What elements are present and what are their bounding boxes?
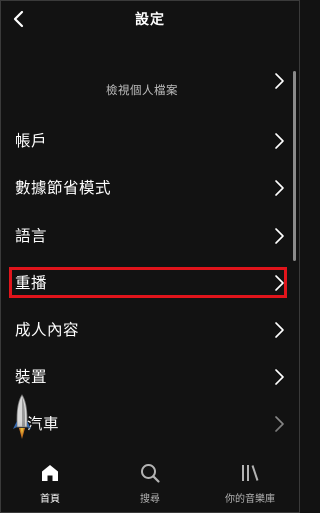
- page-title: 設定: [135, 12, 165, 28]
- nav-search-label: 搜尋: [140, 494, 160, 505]
- nav-home[interactable]: 首頁: [5, 462, 95, 505]
- settings-item-label: 成人內容: [15, 321, 80, 339]
- settings-item-devices[interactable]: 裝置: [1, 353, 299, 399]
- chevron-right-icon: [275, 180, 284, 196]
- chevron-right-icon: [275, 369, 284, 385]
- nav-library-label: 你的音樂庫: [225, 494, 275, 505]
- view-profile-row[interactable]: 檢視個人檔案: [1, 61, 299, 111]
- settings-item-label: 裝置: [15, 368, 48, 386]
- nav-home-label: 首頁: [40, 494, 60, 505]
- nav-library[interactable]: 你的音樂庫: [205, 462, 295, 505]
- library-icon: [242, 465, 259, 481]
- home-icon: [42, 465, 58, 481]
- chevron-right-icon: [275, 228, 284, 244]
- settings-item-label: 帳戶: [15, 132, 48, 150]
- header: 設定: [1, 1, 299, 39]
- settings-item-account[interactable]: 帳戶: [1, 117, 299, 163]
- highlight-box: [9, 267, 287, 298]
- chevron-right-icon: [275, 322, 284, 338]
- settings-screen: 設定 檢視個人檔案 帳戶 數據節省模式 語言 重播 成人內容 裝置 首頁 搜尋 …: [0, 0, 300, 513]
- settings-item-language[interactable]: 語言: [1, 212, 299, 258]
- bottom-navigation: 首頁 搜尋 你的音樂庫: [1, 454, 299, 512]
- chevron-right-icon: [275, 133, 284, 149]
- search-icon: [141, 464, 160, 483]
- chevron-right-icon: [275, 73, 284, 89]
- scrollbar[interactable]: [293, 71, 296, 261]
- view-profile-label: 檢視個人檔案: [106, 83, 178, 97]
- nav-search[interactable]: 搜尋: [105, 462, 195, 505]
- settings-item-explicit-content[interactable]: 成人內容: [1, 306, 299, 352]
- settings-item-data-saver[interactable]: 數據節省模式: [1, 164, 299, 210]
- settings-item-label: 語言: [15, 227, 48, 245]
- settings-item-label: 數據節省模式: [15, 179, 112, 197]
